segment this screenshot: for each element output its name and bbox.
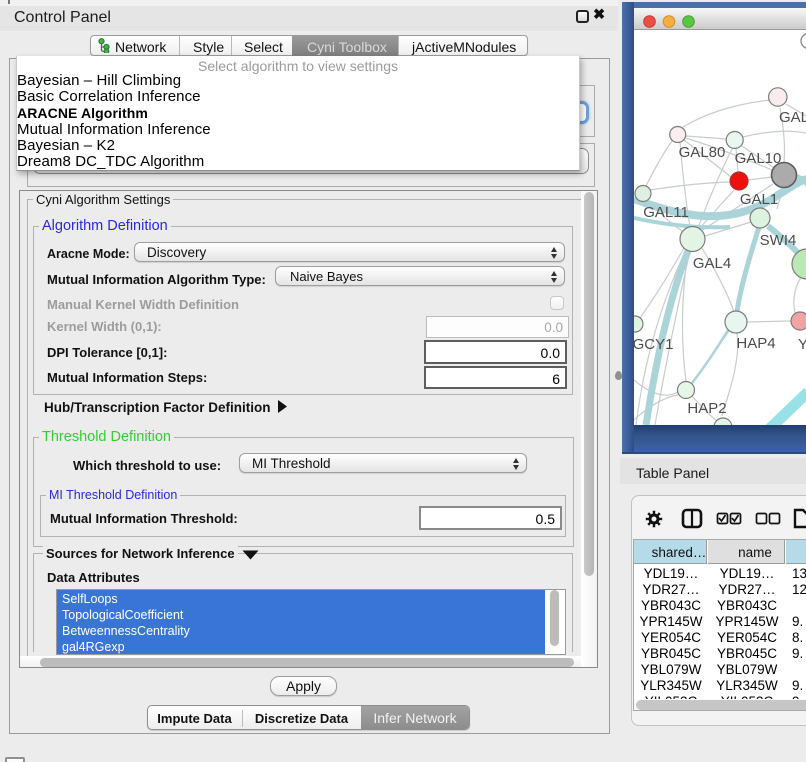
svg-text:GAL10: GAL10 [735,150,782,167]
svg-text:GAL: GAL [779,109,806,126]
svg-text:GAL80: GAL80 [679,144,726,161]
svg-text:GAL11: GAL11 [643,204,689,221]
svg-text:SWI4: SWI4 [760,232,797,249]
svg-text:GAL4: GAL4 [693,255,731,272]
svg-text:HAP2: HAP2 [687,400,726,417]
svg-text:GCY1: GCY1 [634,336,673,353]
svg-text:HAP4: HAP4 [736,335,775,352]
svg-text:GAL1: GAL1 [740,191,778,208]
svg-text:Y: Y [798,336,806,353]
